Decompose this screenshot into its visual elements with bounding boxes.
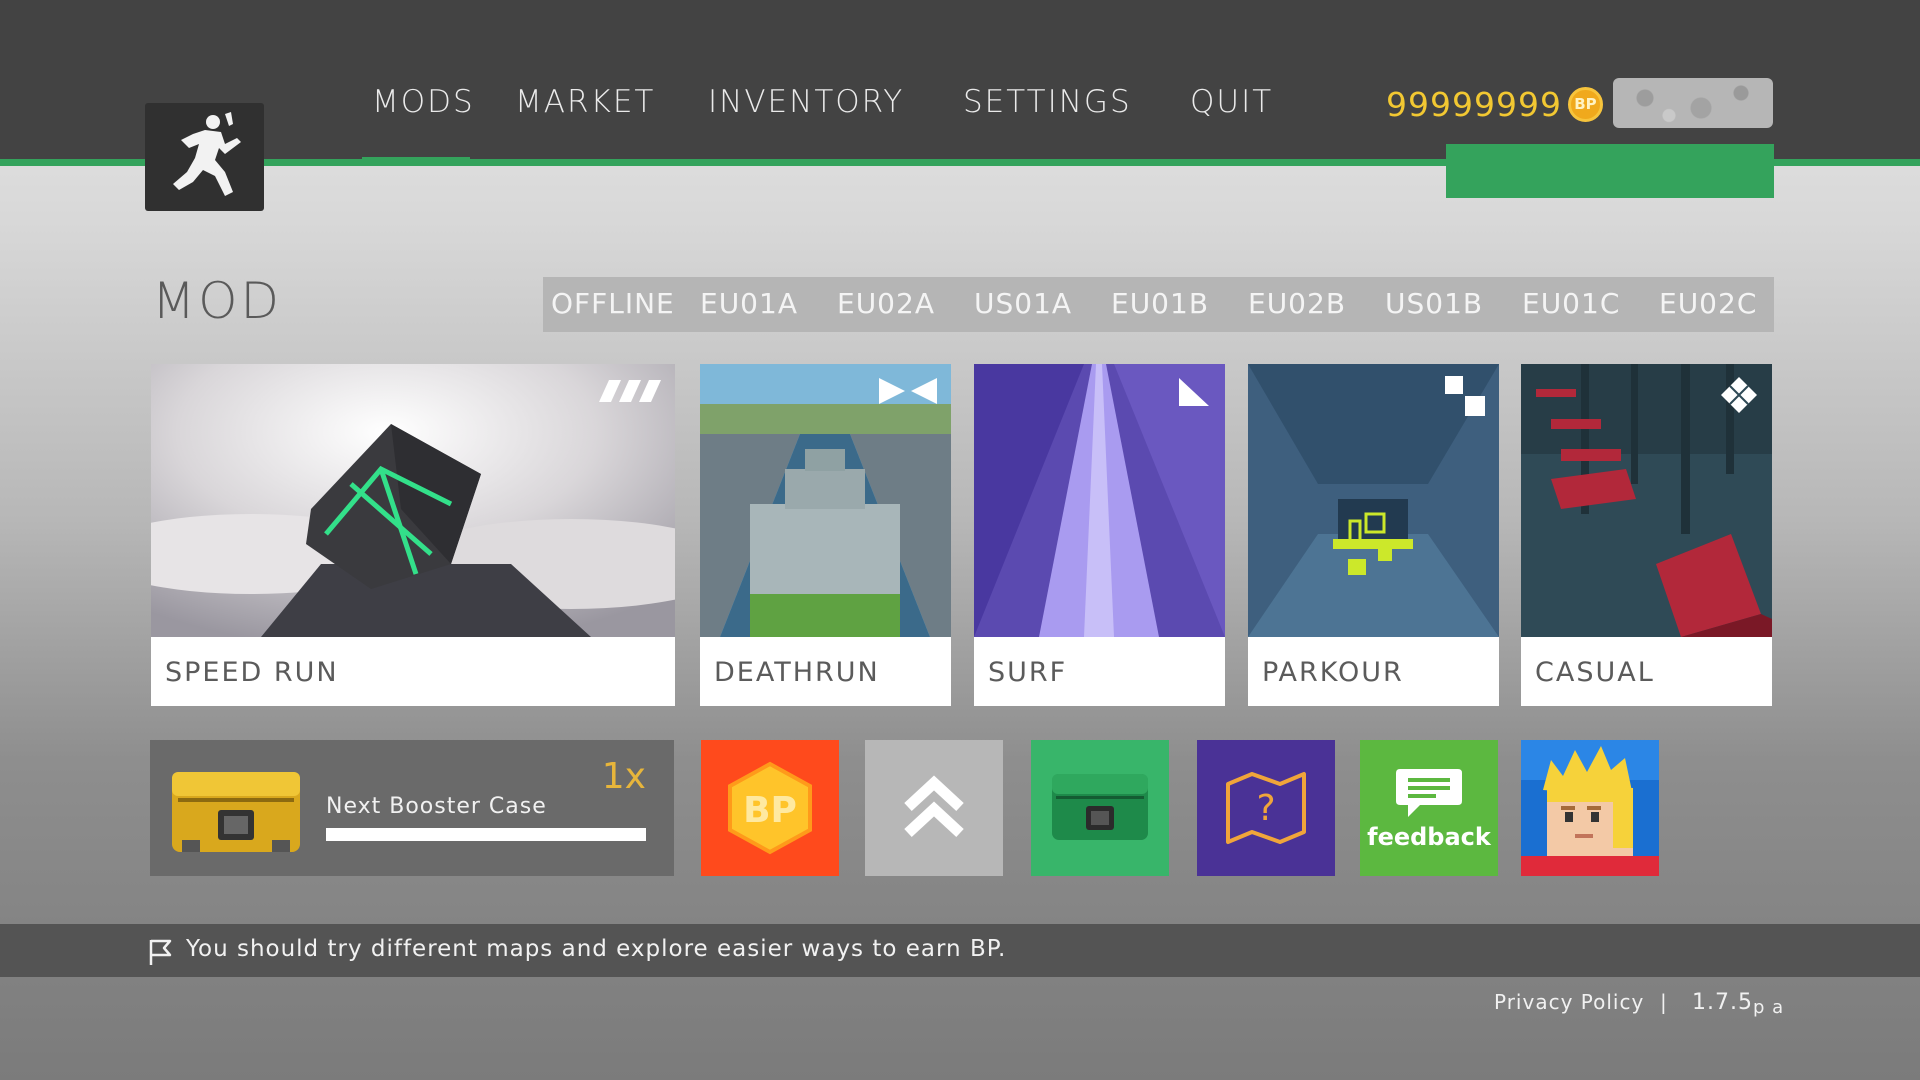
mode-card-deathrun[interactable]: DEATHRUN bbox=[700, 364, 951, 706]
server-tab-us01b[interactable]: US01B bbox=[1385, 287, 1483, 320]
mode-label: SPEED RUN bbox=[165, 657, 339, 688]
version-number: 1.7.5p a bbox=[1692, 990, 1785, 1018]
player-avatar[interactable] bbox=[1613, 78, 1773, 128]
feedback-label: feedback bbox=[1367, 823, 1491, 851]
server-tab-eu01c[interactable]: EU01C bbox=[1522, 287, 1620, 320]
game-logo[interactable] bbox=[145, 103, 264, 211]
tip-bar: You should try different maps and explor… bbox=[0, 924, 1920, 977]
deathrun-image bbox=[700, 364, 951, 637]
bp-tile-text: BP bbox=[743, 790, 797, 831]
mode-card-casual[interactable]: CASUAL bbox=[1521, 364, 1772, 706]
mode-label: PARKOUR bbox=[1262, 657, 1404, 688]
booster-progress-bar bbox=[326, 828, 646, 841]
mode-card-surf[interactable]: SURF bbox=[974, 364, 1225, 706]
server-tab-eu02a[interactable]: EU02A bbox=[837, 287, 935, 320]
case-inventory-button[interactable] bbox=[1031, 740, 1169, 876]
tip-text: You should try different maps and explor… bbox=[186, 936, 1007, 962]
rank-up-button[interactable] bbox=[865, 740, 1003, 876]
server-tab-eu02c[interactable]: EU02C bbox=[1659, 287, 1757, 320]
player-action-button[interactable] bbox=[1446, 144, 1774, 198]
server-tab-us01a[interactable]: US01A bbox=[974, 287, 1072, 320]
server-tab-eu02b[interactable]: EU02B bbox=[1248, 287, 1346, 320]
surf-image bbox=[974, 364, 1225, 637]
character-avatar-icon bbox=[1521, 740, 1659, 876]
mode-label: DEATHRUN bbox=[714, 657, 880, 688]
mode-card-parkour[interactable]: PARKOUR bbox=[1248, 364, 1499, 706]
top-bar: MODS MARKET INVENTORY SETTINGS QUIT 9999… bbox=[0, 0, 1920, 166]
squares-icon bbox=[1445, 376, 1485, 416]
nav-settings[interactable]: SETTINGS bbox=[963, 80, 1132, 124]
character-button[interactable] bbox=[1521, 740, 1659, 876]
bowtie-icon bbox=[879, 378, 937, 404]
flag-icon bbox=[149, 939, 172, 965]
booster-label: Next Booster Case bbox=[326, 794, 547, 819]
nav-active-indicator bbox=[362, 157, 470, 166]
speed-run-image bbox=[151, 364, 675, 637]
currency-amount: 99999999 bbox=[1386, 84, 1562, 124]
booster-case-icon bbox=[172, 772, 300, 852]
nav-quit[interactable]: QUIT bbox=[1190, 80, 1273, 124]
mode-label: CASUAL bbox=[1535, 657, 1655, 688]
mode-card-speed-run[interactable]: SPEED RUN bbox=[151, 364, 675, 706]
privacy-policy-link[interactable]: Privacy Policy bbox=[1494, 990, 1644, 1014]
currency-display: 99999999 BP bbox=[1386, 82, 1603, 126]
chat-bubble-icon bbox=[1396, 769, 1462, 817]
booster-case-panel[interactable]: 1x Next Booster Case bbox=[150, 740, 674, 876]
server-tab-eu01b[interactable]: EU01B bbox=[1111, 287, 1209, 320]
casual-image bbox=[1521, 364, 1772, 637]
server-tab-offline[interactable]: OFFLINE bbox=[551, 287, 675, 320]
mode-label: SURF bbox=[988, 657, 1068, 688]
bp-shop-button[interactable]: BP bbox=[701, 740, 839, 876]
mod-section-title: MOD bbox=[152, 272, 282, 330]
green-case-icon bbox=[1052, 774, 1148, 840]
parkour-image bbox=[1248, 364, 1499, 637]
speed-stripes-icon bbox=[599, 380, 661, 402]
version-suffix: p a bbox=[1752, 997, 1785, 1018]
nav-mods[interactable]: MODS bbox=[372, 80, 475, 124]
bp-coin-icon: BP bbox=[1567, 86, 1603, 122]
server-selector: OFFLINE EU01A EU02A US01A EU01B EU02B US… bbox=[543, 277, 1774, 332]
nav-market[interactable]: MARKET bbox=[515, 80, 655, 124]
bp-hexagon-icon: BP bbox=[728, 761, 812, 855]
double-chevron-up-icon bbox=[904, 775, 964, 838]
booster-count: 1x bbox=[601, 756, 646, 797]
version-main: 1.7.5 bbox=[1692, 990, 1753, 1015]
feedback-button[interactable]: feedback bbox=[1360, 740, 1498, 876]
triangle-icon bbox=[1179, 378, 1209, 406]
nav-inventory[interactable]: INVENTORY bbox=[708, 80, 904, 124]
map-help-button[interactable]: ? bbox=[1197, 740, 1335, 876]
footer-separator: | bbox=[1660, 990, 1668, 1014]
jumping-figure-icon bbox=[172, 112, 241, 196]
diamond-icon bbox=[1721, 377, 1757, 413]
server-tab-eu01a[interactable]: EU01A bbox=[700, 287, 798, 320]
svg-text:?: ? bbox=[1256, 788, 1275, 829]
map-question-icon: ? bbox=[1226, 772, 1306, 844]
